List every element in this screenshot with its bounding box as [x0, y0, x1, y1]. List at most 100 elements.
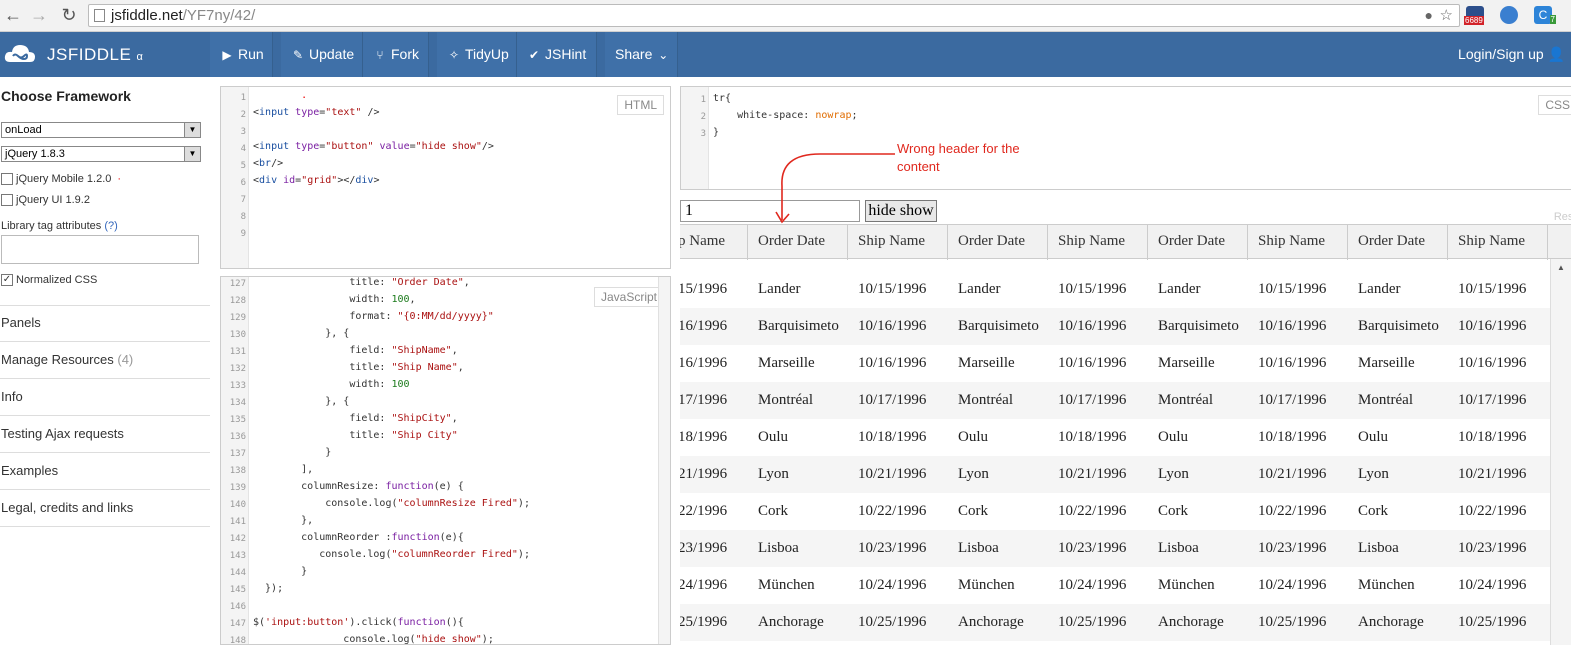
table-cell: Montréal: [758, 392, 813, 408]
share-button[interactable]: Share ⌄: [605, 32, 678, 77]
column-header[interactable]: p Name: [680, 225, 748, 260]
table-cell: 10/25/1996: [1458, 614, 1527, 630]
update-button[interactable]: ✎ Update: [281, 32, 363, 77]
grid-scrollbar[interactable]: ▲: [1550, 259, 1571, 645]
table-cell: Lyon: [958, 466, 989, 482]
table-cell: 10/21/1996: [1458, 466, 1527, 482]
sidebar-item-manage-resources[interactable]: Manage Resources (4): [0, 342, 210, 379]
table-cell: Anchorage: [958, 614, 1024, 630]
table-row[interactable]: 16/1996 Barquisimeto 10/16/1996 Barquisimet…: [680, 308, 1550, 345]
table-cell: 10/16/1996: [1058, 318, 1127, 334]
logo-text: JSFIDDLE: [47, 45, 132, 64]
sidebar-item-panels[interactable]: Panels: [0, 305, 210, 342]
checkbox[interactable]: [1, 194, 13, 207]
table-cell: 15/1996: [680, 281, 728, 297]
tidyup-icon: ✧: [448, 48, 460, 62]
table-row[interactable]: 22/1996 Cork 10/22/1996 Cork 10/22/1996 Cork 1…: [680, 493, 1550, 530]
scrollbar[interactable]: [658, 277, 670, 644]
html-editor[interactable]: 1 2 3 4 5 6 7 8 9 . <input type="text" /> <input…: [220, 86, 671, 269]
table-row[interactable]: 17/1996 Montréal 10/17/1996 Montréal 10/17/1…: [680, 382, 1550, 419]
help-link[interactable]: (?): [104, 220, 117, 232]
checkbox-checked[interactable]: ✓: [1, 274, 13, 287]
lib-jquery-mobile[interactable]: jQuery Mobile 1.2.0 ·: [1, 173, 121, 186]
table-cell: 21/1996: [680, 466, 728, 482]
login-label: Login/Sign up: [1458, 46, 1544, 62]
column-header[interactable]: Order Date: [1348, 225, 1448, 260]
table-cell: 10/15/1996: [1458, 281, 1527, 297]
app-logo[interactable]: JSFIDDLE α: [47, 45, 143, 65]
table-row[interactable]: 25/1996 Anchorage 10/25/1996 Anchorage 10/25…: [680, 604, 1550, 641]
bookmark-star-icon[interactable]: ☆: [1440, 5, 1453, 26]
sidebar-item-info[interactable]: Info: [0, 379, 210, 416]
column-header[interactable]: Ship Name: [848, 225, 948, 260]
table-row[interactable]: 15/1996 Lander 10/15/1996 Lander 10/15/1996 L…: [680, 271, 1550, 308]
table-cell: Montréal: [1358, 392, 1413, 408]
check-icon: ✔: [528, 48, 540, 62]
js-editor[interactable]: 127 128 129 130 131 132 133 134 135 136 137 138 139 1…: [220, 276, 671, 645]
framework-select[interactable]: jQuery 1.8.3 ▼: [1, 146, 201, 162]
resources-count: (4): [117, 352, 134, 367]
table-cell: 10/15/1996: [1058, 281, 1127, 297]
scroll-up-icon[interactable]: ▲: [1551, 263, 1571, 272]
lightbulb-icon[interactable]: ●: [1425, 5, 1433, 26]
table-cell: Lisboa: [1358, 540, 1399, 556]
table-row[interactable]: 16/1996 Marseille 10/16/1996 Marseille 10/16…: [680, 345, 1550, 382]
table-cell: Lyon: [758, 466, 789, 482]
checkbox[interactable]: [1, 173, 13, 186]
forward-arrow-icon[interactable]: →: [28, 4, 50, 26]
extension-badge2: 7: [1549, 15, 1556, 24]
table-cell: Marseille: [1358, 355, 1415, 371]
code-line: title: "Ship City": [253, 430, 458, 441]
run-button[interactable]: ▶ Run: [210, 32, 273, 77]
column-header[interactable]: Ship Name: [1048, 225, 1148, 260]
column-header[interactable]: Order Date: [948, 225, 1048, 260]
extension-icon[interactable]: 6689: [1464, 6, 1484, 25]
login-link[interactable]: Login/Sign up 👤: [1458, 32, 1565, 77]
load-type-select[interactable]: onLoad ▼: [1, 122, 201, 138]
lib-attr-input[interactable]: [1, 235, 199, 264]
sidebar-item-legal[interactable]: Legal, credits and links: [0, 490, 210, 527]
line-number: 6: [240, 178, 246, 188]
code-line: white-space: nowrap;: [713, 110, 858, 121]
line-number: 128: [229, 296, 246, 306]
lib-jquery-ui[interactable]: jQuery UI 1.9.2: [1, 194, 90, 207]
table-row[interactable]: 21/1996 Lyon 10/21/1996 Lyon 10/21/1996 Lyon 1…: [680, 456, 1550, 493]
fork-button[interactable]: ⑂ Fork: [363, 32, 429, 77]
normalized-css-option[interactable]: ✓ Normalized CSS: [1, 274, 97, 287]
jshint-button[interactable]: ✔ JSHint: [517, 32, 597, 77]
tidyup-button[interactable]: ✧ TidyUp: [437, 32, 517, 77]
sidebar-item-examples[interactable]: Examples: [0, 453, 210, 490]
logo-alpha: α: [136, 51, 144, 63]
jshint-label: JSHint: [545, 46, 587, 62]
code-line: format: "{0:MM/dd/yyyy}": [253, 311, 494, 322]
table-cell: Marseille: [958, 355, 1015, 371]
table-row[interactable]: 23/1996 Lisboa 10/23/1996 Lisboa 10/23/1996 L…: [680, 530, 1550, 567]
column-header[interactable]: Ship Name: [1248, 225, 1348, 260]
back-arrow-icon[interactable]: ←: [2, 4, 24, 26]
sidebar-item-testing-ajax[interactable]: Testing Ajax requests: [0, 416, 210, 453]
column-header[interactable]: Ship Name: [1448, 225, 1548, 260]
url-domain: jsfiddle.net: [111, 7, 183, 24]
column-header[interactable]: Order Date: [748, 225, 848, 260]
lib-attr-label: Library tag attributes (?): [1, 220, 118, 232]
column-header[interactable]: Order Date: [1148, 225, 1248, 260]
sidebar-title: Choose Framework: [1, 88, 131, 104]
jsfiddle-logo-icon: [4, 45, 35, 62]
table-cell: 10/18/1996: [1258, 429, 1327, 445]
line-number: 127: [229, 279, 246, 289]
table-row[interactable]: 24/1996 München 10/24/1996 München 10/24/199…: [680, 567, 1550, 604]
line-number: 4: [240, 144, 246, 154]
table-cell: 10/23/1996: [1458, 540, 1527, 556]
code-line: $('input:button').click(function(){: [253, 617, 464, 628]
table-cell: 10/24/1996: [1058, 577, 1127, 593]
code-line: field: "ShipCity",: [253, 413, 458, 424]
globe-icon[interactable]: [1500, 6, 1518, 24]
line-number: 144: [229, 568, 246, 578]
table-row[interactable]: 18/1996 Oulu 10/18/1996 Oulu 10/18/1996 Oulu 1…: [680, 419, 1550, 456]
reload-icon[interactable]: ↻: [58, 4, 80, 26]
address-bar[interactable]: jsfiddle.net/YF7ny/42/ ● ☆: [88, 4, 1460, 27]
table-cell: 10/21/1996: [1258, 466, 1327, 482]
table-cell: Oulu: [1358, 429, 1388, 445]
table-cell: 10/17/1996: [1458, 392, 1527, 408]
extension-c-icon[interactable]: C 7: [1534, 6, 1556, 24]
